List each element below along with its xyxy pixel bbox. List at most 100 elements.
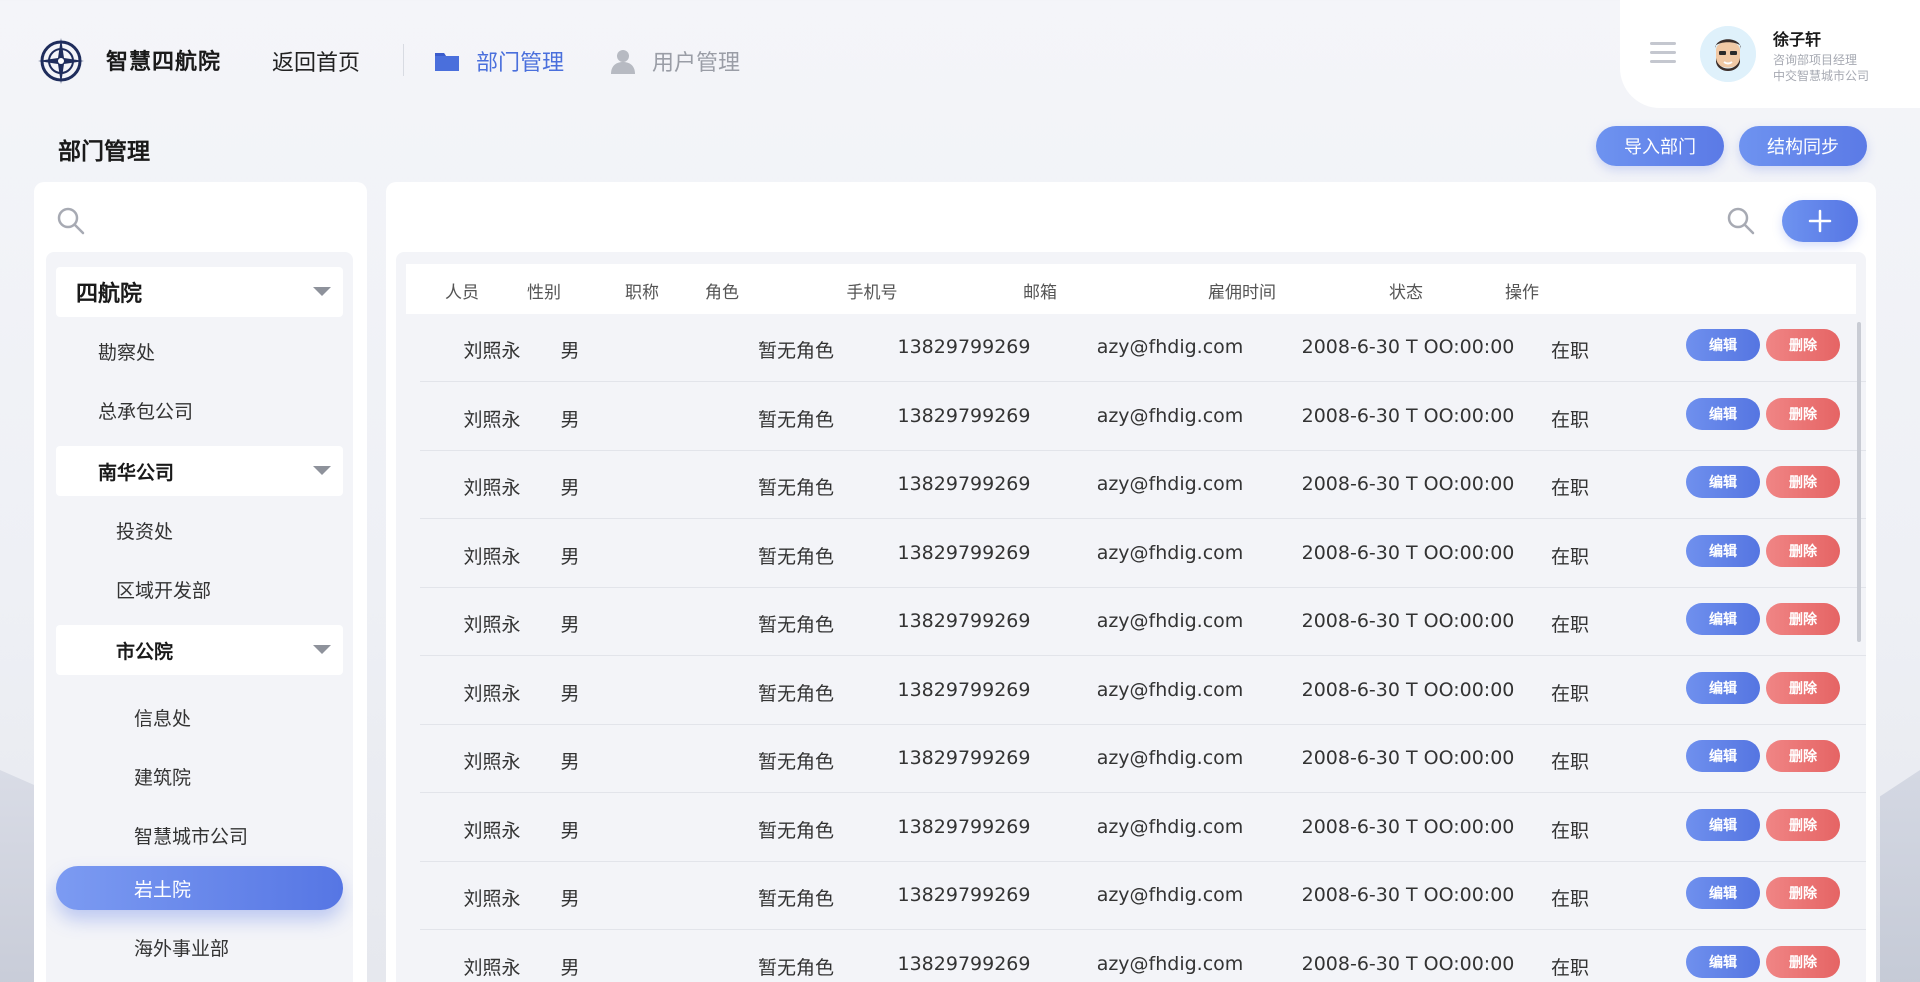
- edit-button[interactable]: 编辑: [1686, 740, 1760, 772]
- tree-node-label: 南华公司: [98, 461, 175, 484]
- tree-node-jianzhuyuan[interactable]: 建筑院: [56, 751, 343, 801]
- cell-status: 在职: [1550, 751, 1589, 773]
- tree-node-label: 智慧城市公司: [134, 825, 249, 848]
- table-header: 人员 性别 职称 角色 手机号 邮箱 雇佣时间 状态 操作: [406, 264, 1856, 314]
- tree-node-touzichu[interactable]: 投资处: [56, 505, 343, 555]
- cell-phone: 13829799269: [897, 610, 1031, 632]
- tree-node-zongchengbao[interactable]: 总承包公司: [56, 385, 343, 435]
- delete-button[interactable]: 删除: [1766, 740, 1840, 772]
- cell-email: azy@fhdig.com: [1096, 404, 1244, 427]
- table-row: 刘照永男暂无角色 13829799269 azy@fhdig.com 2008-6-3…: [420, 794, 1866, 862]
- nav-tab-user[interactable]: 用户管理: [610, 44, 740, 78]
- table-row: 刘照永男暂无角色 13829799269 azy@fhdig.com 2008-6-3…: [420, 588, 1866, 656]
- cell-phone: 13829799269: [897, 747, 1031, 769]
- avatar-face-icon: [1700, 26, 1756, 82]
- search-icon[interactable]: [56, 206, 86, 236]
- cell-gender: 男: [560, 819, 580, 842]
- tree-node-yantuyuan[interactable]: 岩土院: [56, 866, 343, 910]
- header-email: 邮箱: [1023, 283, 1057, 303]
- delete-button[interactable]: 删除: [1766, 534, 1840, 567]
- delete-button[interactable]: 删除: [1766, 808, 1840, 841]
- cell-phone: 13829799269: [897, 815, 1031, 838]
- tree-node-xinxichu[interactable]: 信息处: [56, 692, 343, 742]
- cell-phone: 13829799269: [897, 473, 1031, 495]
- table-row: 刘照永男暂无角色 13829799269 azy@fhdig.com 2008-6-3…: [420, 314, 1866, 382]
- caret-down-icon[interactable]: [313, 466, 331, 475]
- import-department-button[interactable]: 导入部门: [1596, 126, 1724, 166]
- delete-button[interactable]: 删除: [1766, 397, 1840, 430]
- cell-gender: 男: [560, 477, 580, 499]
- cell-status: 在职: [1550, 956, 1589, 979]
- cell-gender: 男: [560, 956, 580, 979]
- user-icon: [611, 50, 635, 74]
- header-hire-date: 雇佣时间: [1208, 283, 1276, 303]
- edit-button[interactable]: 编辑: [1686, 534, 1760, 567]
- nav-divider: [403, 44, 404, 76]
- tree-node-label: 建筑院: [134, 766, 192, 789]
- header-status: 状态: [1389, 283, 1423, 303]
- cell-email: azy@fhdig.com: [1096, 815, 1244, 838]
- tree-node-label: 投资处: [116, 520, 174, 543]
- edit-button[interactable]: 编辑: [1686, 466, 1760, 498]
- app-header: 智慧四航院 返回首页 部门管理 用户管理 徐子轩 咨询部项目经理 中交智慧城市公…: [0, 0, 1920, 110]
- table-row: 刘照永男暂无角色 13829799269 azy@fhdig.com 2008-6-3…: [420, 383, 1866, 451]
- folder-icon: [435, 53, 459, 71]
- header-role: 角色: [705, 283, 739, 303]
- caret-down-icon[interactable]: [313, 287, 331, 296]
- user-card: 徐子轩 咨询部项目经理 中交智慧城市公司: [1620, 0, 1920, 108]
- delete-button[interactable]: 删除: [1766, 466, 1840, 498]
- cell-phone: 13829799269: [897, 336, 1031, 358]
- cell-status: 在职: [1550, 888, 1589, 910]
- edit-button[interactable]: 编辑: [1686, 397, 1760, 430]
- hamburger-icon[interactable]: [1650, 42, 1676, 64]
- member-table-panel: 人员 性别 职称 角色 手机号 邮箱 雇佣时间 状态 操作 刘照永男暂无角色 1382979926…: [386, 182, 1876, 982]
- delete-button[interactable]: 删除: [1766, 877, 1840, 909]
- sync-structure-button[interactable]: 结构同步: [1739, 126, 1867, 166]
- add-member-button[interactable]: [1782, 200, 1858, 242]
- cell-phone: 13829799269: [897, 678, 1031, 701]
- tree-node-haiwai[interactable]: 海外事业部: [56, 922, 343, 972]
- cell-email: azy@fhdig.com: [1096, 952, 1244, 975]
- cell-phone: 13829799269: [897, 884, 1031, 906]
- table-scrollbar[interactable]: [1857, 322, 1861, 642]
- edit-button[interactable]: 编辑: [1686, 877, 1760, 909]
- table-row: 刘照永男暂无角色 13829799269 azy@fhdig.com 2008-6-3…: [420, 451, 1866, 519]
- delete-button[interactable]: 删除: [1766, 603, 1840, 635]
- tree-node-label: 四航院: [76, 282, 143, 307]
- delete-button[interactable]: 删除: [1766, 945, 1840, 978]
- search-icon[interactable]: [1726, 206, 1756, 236]
- tree-node-shigongyuan[interactable]: 市公院: [56, 625, 343, 675]
- cell-gender: 男: [560, 614, 580, 636]
- background-decoration-right: [1880, 770, 1920, 982]
- tree-node-label: 市公院: [116, 640, 174, 663]
- compass-logo-icon: [38, 38, 84, 84]
- edit-button[interactable]: 编辑: [1686, 603, 1760, 635]
- department-tree: 四航院勘察处总承包公司南华公司投资处区域开发部市公院信息处建筑院智慧城市公司岩土…: [46, 252, 353, 982]
- header-actions: 操作: [1505, 283, 1539, 303]
- tree-node-quyukaifa[interactable]: 区域开发部: [56, 564, 343, 614]
- header-phone: 手机号: [846, 283, 898, 303]
- cell-email: azy@fhdig.com: [1096, 336, 1244, 358]
- user-name: 徐子轩: [1773, 30, 1822, 49]
- nav-tab-department[interactable]: 部门管理: [434, 44, 564, 78]
- avatar[interactable]: [1700, 26, 1756, 82]
- back-home-link[interactable]: 返回首页: [272, 45, 360, 77]
- edit-button[interactable]: 编辑: [1686, 808, 1760, 841]
- edit-button[interactable]: 编辑: [1686, 329, 1760, 361]
- brand-name: 智慧四航院: [106, 50, 222, 75]
- tree-node-zhihuichengshi[interactable]: 智慧城市公司: [56, 810, 343, 860]
- caret-down-icon[interactable]: [313, 645, 331, 654]
- edit-button[interactable]: 编辑: [1686, 945, 1760, 978]
- delete-button[interactable]: 删除: [1766, 329, 1840, 361]
- edit-button[interactable]: 编辑: [1686, 671, 1760, 704]
- tree-node-label: 海外事业部: [134, 937, 230, 960]
- page-title: 部门管理: [58, 139, 150, 165]
- tree-node-label: 总承包公司: [98, 400, 194, 423]
- cell-status: 在职: [1550, 819, 1589, 842]
- cell-gender: 男: [560, 545, 580, 568]
- tree-node-kanchachu[interactable]: 勘察处: [56, 326, 343, 376]
- tree-node-nanhua[interactable]: 南华公司: [56, 446, 343, 496]
- tree-node-sihangyuan[interactable]: 四航院: [56, 267, 343, 317]
- table-row: 刘照永男暂无角色 13829799269 azy@fhdig.com 2008-6-3…: [420, 931, 1866, 982]
- delete-button[interactable]: 删除: [1766, 671, 1840, 704]
